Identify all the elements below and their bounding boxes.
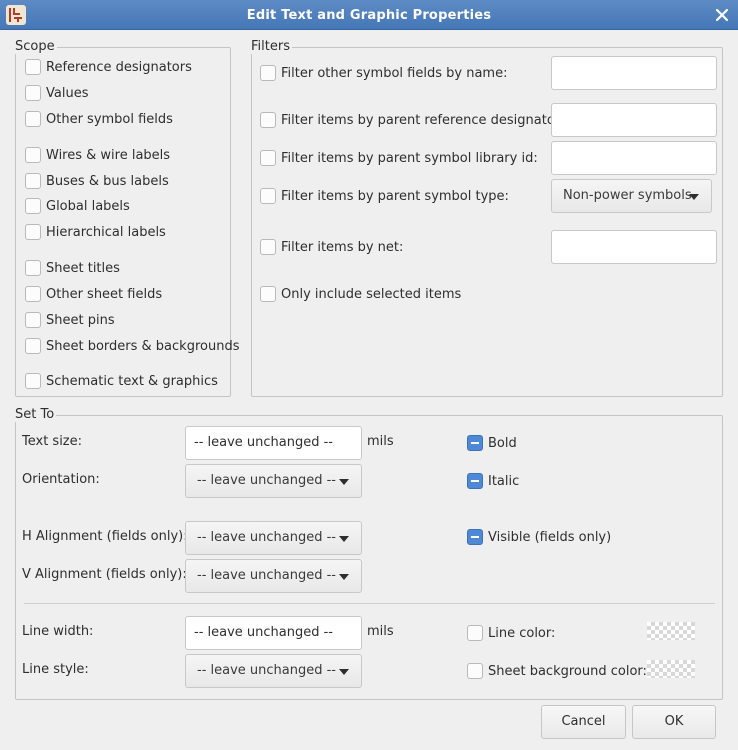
v-alignment-dropdown[interactable]: -- leave unchanged -- [185,559,362,593]
selected-only-checkbox[interactable]: Only include selected items [260,285,461,303]
filter-by-name-checkbox[interactable]: Filter other symbol fields by name: [260,64,507,82]
scope-sheet-borders-checkbox[interactable]: Sheet borders & backgrounds [25,337,239,355]
checkbox-box [260,188,276,204]
chevron-down-icon [339,669,349,675]
text-size-unit: mils [367,434,394,449]
filter-by-ref-checkbox[interactable]: Filter items by parent reference designa… [260,111,564,129]
window-title: Edit Text and Graphic Properties [246,8,492,23]
orientation-label: Orientation: [22,472,100,487]
checkbox-box [260,112,276,128]
checkbox-box [25,198,41,214]
checkbox-box [260,65,276,81]
filter-by-net-input[interactable] [551,230,717,264]
checkbox-box [260,239,276,255]
set-to-divider [24,603,715,604]
scope-reference-designators-checkbox[interactable]: Reference designators [25,58,192,76]
title-bar: Edit Text and Graphic Properties [0,0,738,30]
checkbox-indeterminate [467,473,483,489]
chevron-down-icon [339,479,349,485]
scope-legend: Scope [13,39,57,54]
chevron-down-icon [339,536,349,542]
line-color-swatch[interactable] [647,622,695,640]
orientation-dropdown[interactable]: -- leave unchanged -- [185,464,362,498]
scope-values-checkbox[interactable]: Values [25,84,88,102]
filter-by-type-dropdown[interactable]: Non-power symbols [551,179,712,213]
text-size-input[interactable]: -- leave unchanged -- [185,426,362,460]
line-width-input[interactable]: -- leave unchanged -- [185,616,362,650]
visible-checkbox[interactable]: Visible (fields only) [467,528,611,546]
checkbox-box [25,85,41,101]
scope-sheet-titles-checkbox[interactable]: Sheet titles [25,259,120,277]
bold-checkbox[interactable]: Bold [467,434,517,452]
checkbox-box [25,260,41,276]
cancel-button[interactable]: Cancel [541,705,626,739]
text-size-label: Text size: [22,434,83,449]
checkbox-box [467,663,483,679]
italic-checkbox[interactable]: Italic [467,472,519,490]
checkbox-box [25,147,41,163]
checkbox-box [25,111,41,127]
filter-by-libid-input[interactable] [551,141,717,175]
filter-by-libid-checkbox[interactable]: Filter items by parent symbol library id… [260,149,538,167]
checkbox-box [25,173,41,189]
dropdown-value: -- leave unchanged -- [197,568,337,583]
checkbox-indeterminate [467,435,483,451]
checkbox-indeterminate [467,529,483,545]
chevron-down-icon [689,194,699,200]
dropdown-value: Non-power symbols [563,188,692,203]
scope-wires-checkbox[interactable]: Wires & wire labels [25,146,170,164]
scope-other-sheet-fields-checkbox[interactable]: Other sheet fields [25,285,162,303]
checkbox-box [25,338,41,354]
filter-by-type-checkbox[interactable]: Filter items by parent symbol type: [260,187,509,205]
filter-by-net-checkbox[interactable]: Filter items by net: [260,238,403,256]
sheet-bg-color-checkbox[interactable]: Sheet background color: [467,662,647,680]
line-width-unit: mils [367,624,394,639]
checkbox-box [467,625,483,641]
checkbox-box [25,312,41,328]
filters-legend: Filters [249,39,292,54]
checkbox-box [260,286,276,302]
set-to-legend: Set To [13,407,57,422]
ok-button[interactable]: OK [632,705,716,739]
scope-buses-checkbox[interactable]: Buses & bus labels [25,172,169,190]
h-alignment-label: H Alignment (fields only): [22,529,188,544]
dropdown-value: -- leave unchanged -- [197,530,337,545]
chevron-down-icon [339,574,349,580]
scope-global-labels-checkbox[interactable]: Global labels [25,197,130,215]
sheet-bg-color-swatch[interactable] [647,660,695,678]
filter-by-ref-input[interactable] [551,103,717,137]
line-color-checkbox[interactable]: Line color: [467,624,555,642]
filter-by-name-input[interactable] [551,56,717,90]
checkbox-box [25,286,41,302]
dropdown-value: -- leave unchanged -- [197,663,337,678]
v-alignment-label: V Alignment (fields only): [22,567,187,582]
checkbox-box [25,224,41,240]
checkbox-box [25,373,41,389]
scope-other-symbol-fields-checkbox[interactable]: Other symbol fields [25,110,173,128]
line-width-label: Line width: [22,624,94,639]
filters-group [251,47,723,397]
line-style-dropdown[interactable]: -- leave unchanged -- [185,654,362,688]
checkbox-box [25,59,41,75]
dropdown-value: -- leave unchanged -- [197,473,337,488]
close-icon[interactable] [714,7,730,23]
scope-schematic-text-checkbox[interactable]: Schematic text & graphics [25,372,218,390]
set-to-group [15,415,723,700]
scope-sheet-pins-checkbox[interactable]: Sheet pins [25,311,115,329]
line-style-label: Line style: [22,662,89,677]
scope-hierarchical-labels-checkbox[interactable]: Hierarchical labels [25,223,166,241]
h-alignment-dropdown[interactable]: -- leave unchanged -- [185,521,362,555]
checkbox-box [260,150,276,166]
